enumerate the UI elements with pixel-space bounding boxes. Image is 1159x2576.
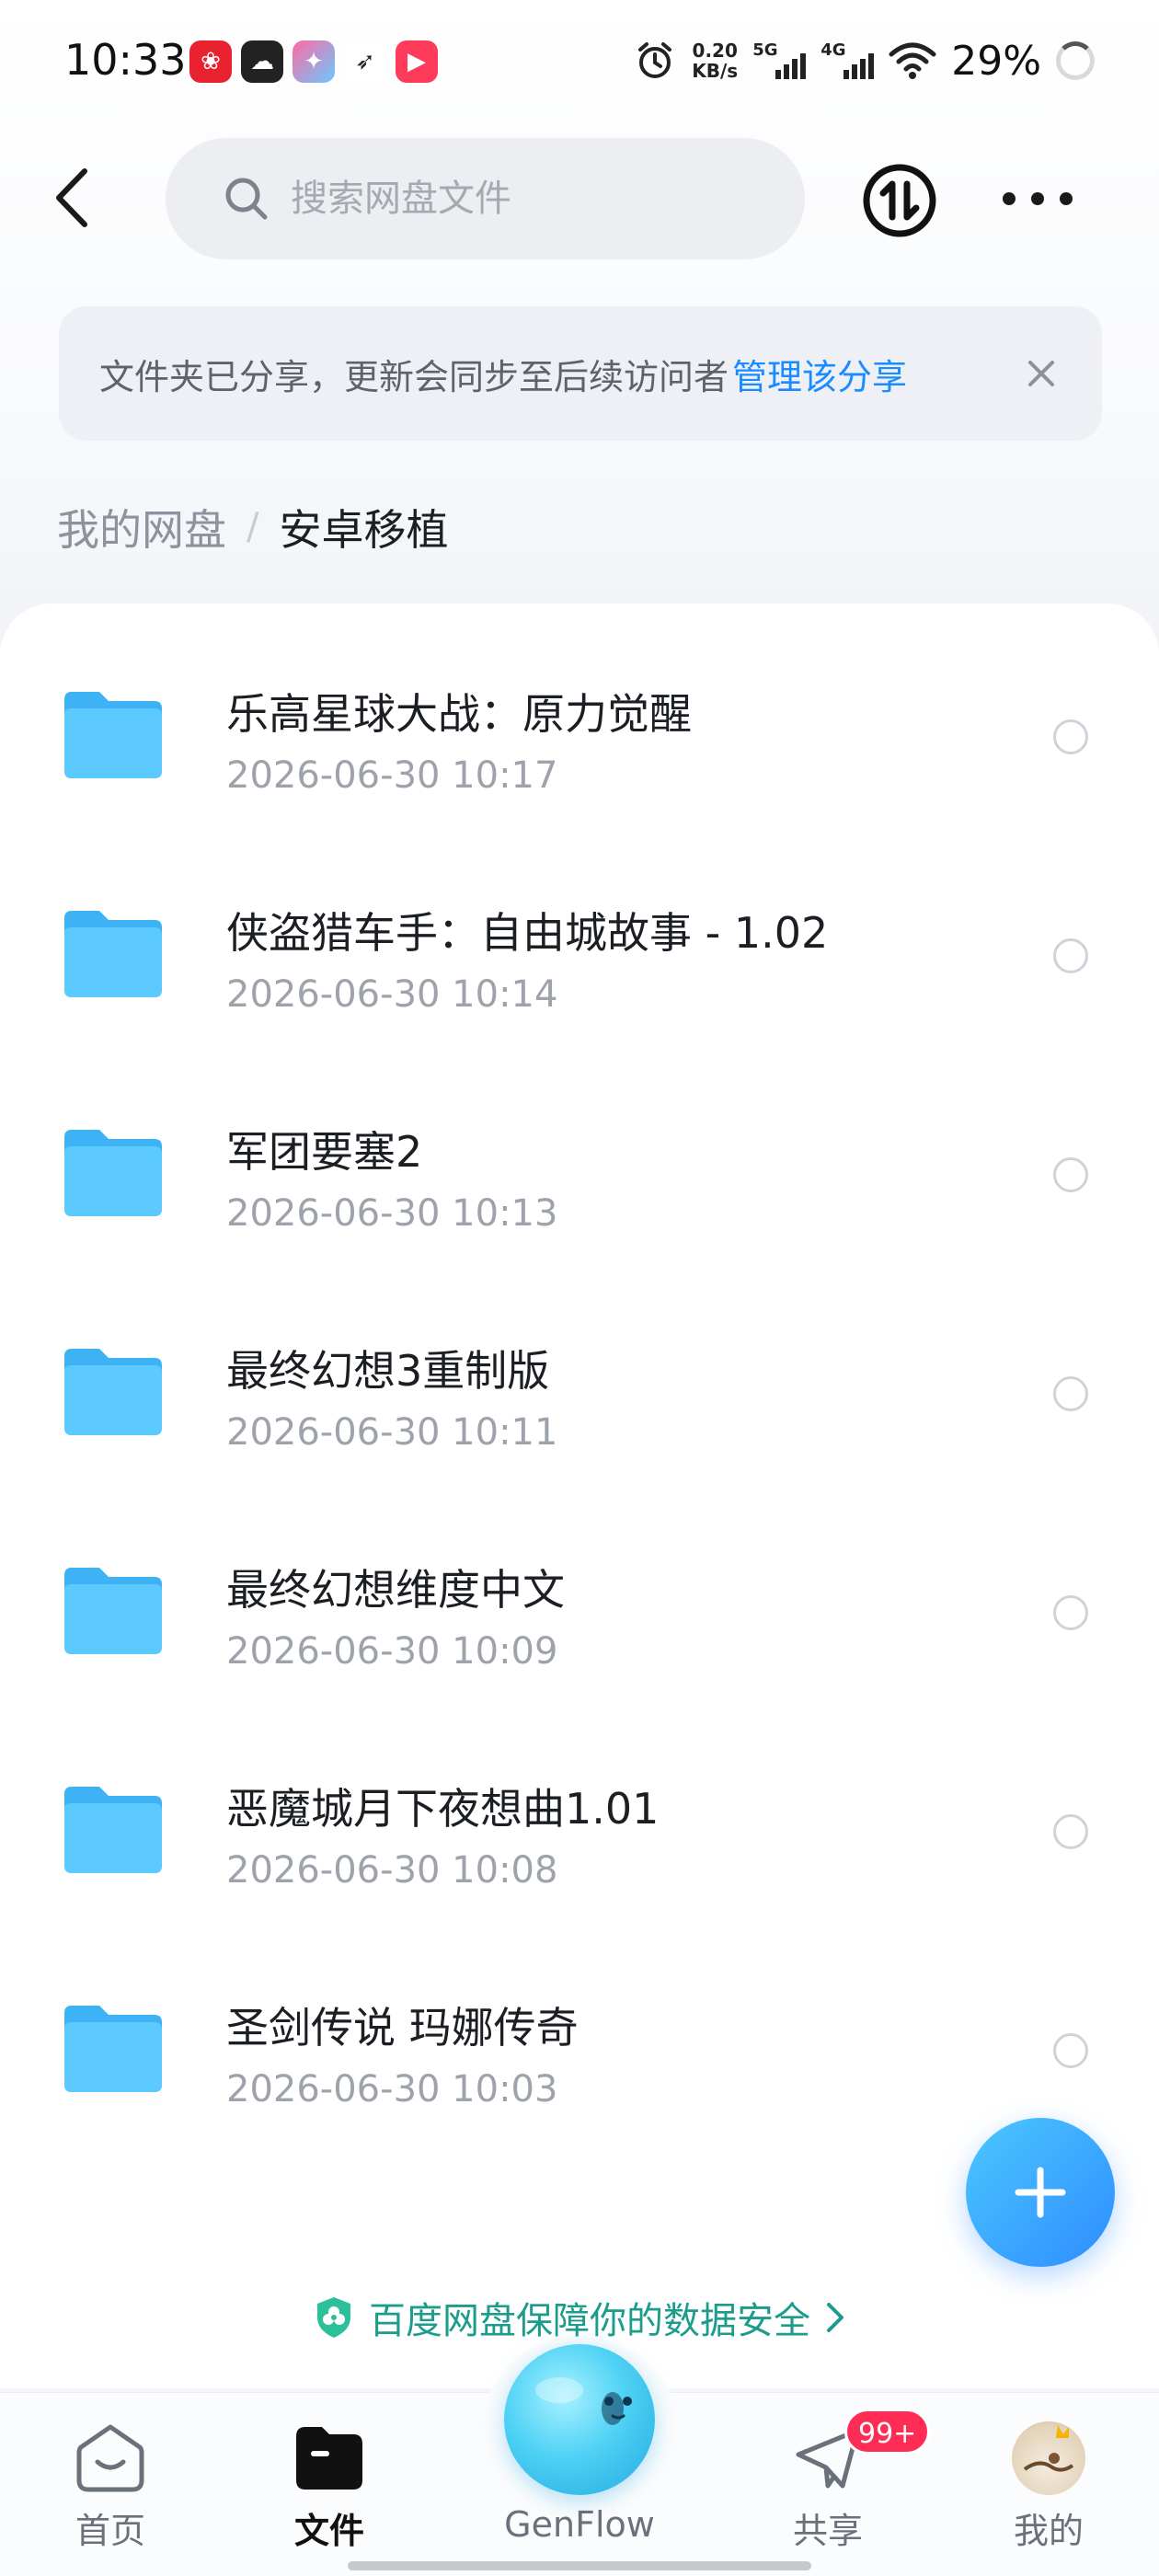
folder-icon <box>64 2006 162 2092</box>
home-indicator[interactable] <box>348 2561 811 2570</box>
file-row[interactable]: 最终幻想3重制版 2026-06-30 10:11 <box>0 1281 1159 1500</box>
genflow-mascot-icon <box>535 2377 632 2425</box>
avatar-image-icon <box>1023 2425 1074 2472</box>
breadcrumb-current: 安卓移植 <box>279 505 449 555</box>
security-notice-text: 百度网盘保障你的数据安全 <box>369 2300 810 2342</box>
nav-home[interactable]: 首页 <box>28 2421 193 2551</box>
more-options-button[interactable] <box>1003 180 1073 217</box>
file-row[interactable]: 侠盗猎车手：自由城故事 - 1.02 2026-06-30 10:14 <box>0 843 1159 1062</box>
file-name: 最终幻想3重制版 <box>226 1346 550 1396</box>
share-notice-banner: 文件夹已分享，更新会同步至后续访问者 管理该分享 <box>59 306 1102 441</box>
share-notice-text: 文件夹已分享，更新会同步至后续访问者 <box>99 356 729 397</box>
transfer-list-button[interactable] <box>861 162 938 239</box>
more-dot-icon <box>1060 192 1073 205</box>
file-row[interactable]: 乐高星球大战：原力觉醒 2026-06-30 10:17 <box>0 624 1159 843</box>
nav-share-label: 共享 <box>792 2511 863 2551</box>
network-speed-value: 0.20 <box>692 40 738 62</box>
file-date: 2026-06-30 10:13 <box>226 1192 558 1235</box>
share-notification-badge: 99+ <box>844 2409 931 2455</box>
nav-genflow-label: GenFlow <box>504 2504 655 2545</box>
video-app-icon: ▶ <box>396 40 438 83</box>
network-speed: 0.20 KB/s <box>692 40 738 81</box>
folder-icon <box>64 1349 162 1435</box>
more-dot-icon <box>1003 192 1016 205</box>
search-bar[interactable] <box>166 138 805 259</box>
file-date: 2026-06-30 10:09 <box>226 1630 558 1673</box>
select-checkbox[interactable] <box>1053 2033 1088 2068</box>
folder-icon <box>64 1787 162 1873</box>
folder-icon <box>64 1130 162 1216</box>
network-speed-unit: KB/s <box>692 60 739 82</box>
more-dot-icon <box>1031 192 1044 205</box>
chevron-left-icon <box>56 168 87 227</box>
app-notification-icon: ❀ <box>189 40 232 83</box>
file-row[interactable]: 军团要塞2 2026-06-30 10:13 <box>0 1062 1159 1281</box>
status-bar: 10:33 ❀ ☁ ✦ ➶ ▶ 0.20 KB/s 5G 4G 29% <box>0 0 1159 129</box>
signal-5g-icon: 5G <box>752 40 807 81</box>
folder-icon <box>64 692 162 778</box>
genflow-button[interactable] <box>504 2344 655 2495</box>
plus-icon <box>1015 2167 1066 2218</box>
breadcrumb-separator: / <box>247 506 259 548</box>
select-checkbox[interactable] <box>1053 1814 1088 1849</box>
file-row[interactable]: 圣剑传说 玛娜传奇 2026-06-30 10:03 <box>0 1938 1159 2156</box>
battery-ring-icon <box>1056 41 1095 80</box>
status-time: 10:33 <box>64 35 187 85</box>
chevron-right-icon <box>827 2303 843 2332</box>
search-input[interactable] <box>291 178 769 220</box>
select-checkbox[interactable] <box>1053 719 1088 754</box>
sim1-label: 5G <box>752 40 778 60</box>
nav-files[interactable]: 文件 <box>247 2421 412 2551</box>
shield-icon <box>317 2297 350 2338</box>
file-date: 2026-06-30 10:14 <box>226 973 558 1016</box>
file-name: 军团要塞2 <box>226 1127 423 1177</box>
file-name: 侠盗猎车手：自由城故事 - 1.02 <box>226 908 829 958</box>
file-list: 乐高星球大战：原力觉醒 2026-06-30 10:17 侠盗猎车手：自由城故事… <box>0 604 1159 2388</box>
breadcrumb-root[interactable]: 我的网盘 <box>57 497 226 558</box>
signal-4g-icon: 4G <box>820 40 875 81</box>
file-name: 圣剑传说 玛娜传奇 <box>226 2003 579 2053</box>
wifi-icon <box>889 42 936 79</box>
notification-app-icons: ❀ ☁ ✦ ➶ ▶ <box>189 40 438 83</box>
manage-share-link[interactable]: 管理该分享 <box>732 349 907 399</box>
folder-nav-icon <box>296 2427 362 2490</box>
add-button[interactable] <box>966 2118 1115 2267</box>
nav-home-label: 首页 <box>75 2511 145 2551</box>
file-name: 恶魔城月下夜想曲1.01 <box>226 1784 660 1834</box>
upload-download-icon <box>863 164 936 237</box>
avatar <box>1012 2421 1085 2495</box>
select-checkbox[interactable] <box>1053 1595 1088 1630</box>
folder-icon <box>64 911 162 997</box>
gallery-app-icon: ✦ <box>293 40 335 83</box>
file-date: 2026-06-30 10:08 <box>226 1849 558 1892</box>
home-icon <box>76 2424 144 2492</box>
alarm-icon <box>638 42 672 78</box>
cloud-app-icon: ☁ <box>241 40 283 83</box>
nav-mine-label: 我的 <box>1013 2511 1084 2551</box>
sim2-label: 4G <box>820 40 846 60</box>
file-row[interactable]: 恶魔城月下夜想曲1.01 2026-06-30 10:08 <box>0 1719 1159 1938</box>
nav-mine[interactable]: 我的 <box>966 2421 1131 2551</box>
file-name: 乐高星球大战：原力觉醒 <box>226 689 692 739</box>
nav-files-label: 文件 <box>293 2511 364 2551</box>
bird-app-icon: ➶ <box>344 40 386 83</box>
file-name: 最终幻想维度中文 <box>226 1565 565 1615</box>
battery-percentage: 29% <box>951 37 1041 85</box>
status-indicators: 0.20 KB/s 5G 4G 29% <box>633 33 1095 88</box>
file-date: 2026-06-30 10:11 <box>226 1411 558 1454</box>
select-checkbox[interactable] <box>1053 1157 1088 1192</box>
back-button[interactable] <box>44 161 99 235</box>
select-checkbox[interactable] <box>1053 938 1088 973</box>
folder-icon <box>64 1568 162 1654</box>
close-icon[interactable] <box>1021 353 1061 394</box>
file-date: 2026-06-30 10:03 <box>226 2068 558 2110</box>
select-checkbox[interactable] <box>1053 1376 1088 1411</box>
file-date: 2026-06-30 10:17 <box>226 754 558 797</box>
file-row[interactable]: 最终幻想维度中文 2026-06-30 10:09 <box>0 1500 1159 1719</box>
breadcrumb: 我的网盘 / 安卓移植 <box>57 497 448 558</box>
search-icon <box>225 178 268 220</box>
